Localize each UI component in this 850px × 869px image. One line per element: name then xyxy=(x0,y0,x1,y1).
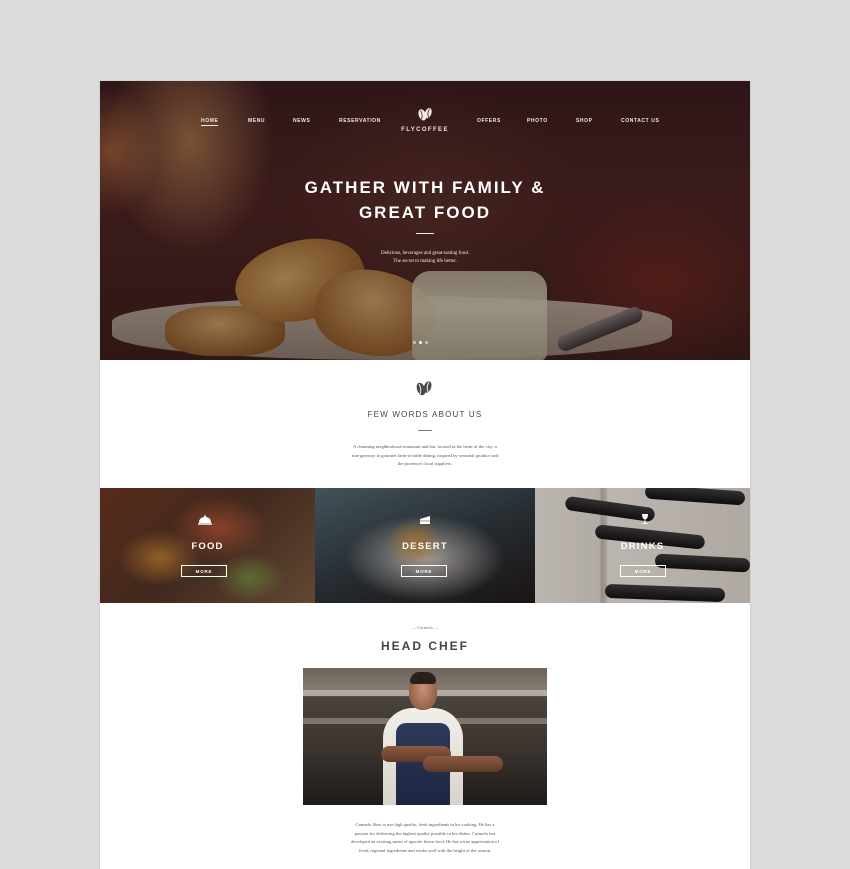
coffee-bean-icon[interactable] xyxy=(416,105,434,123)
nav-offers[interactable]: OFFERS xyxy=(477,118,501,124)
category-desert-card[interactable]: DESERT MORE xyxy=(315,488,535,603)
chef-bio-line: passion for delivering the highest quali… xyxy=(354,830,496,836)
cake-icon xyxy=(420,516,430,524)
slider-dot[interactable] xyxy=(413,341,416,344)
coffee-bean-icon xyxy=(416,381,432,396)
nav-photo[interactable]: PHOTO xyxy=(527,118,548,124)
hero-subtitle-line: The secret to making life better. xyxy=(393,259,457,264)
hero-section: HOME MENU NEWS RESERVATION FLYCOFFEE OFF… xyxy=(100,81,750,360)
about-text-line: the province's local suppliers. xyxy=(397,461,453,466)
category-label: DESERT xyxy=(402,541,448,552)
desert-more-button[interactable]: MORE xyxy=(401,565,447,577)
cloche-icon xyxy=(198,515,212,525)
wine-glass-icon xyxy=(642,514,648,524)
chef-kicker: — Carmelo — xyxy=(411,625,439,630)
chef-bio-line: fresh, regional ingredients and works we… xyxy=(358,847,492,853)
category-drinks-card[interactable]: DRINKS MORE xyxy=(535,488,750,603)
drinks-more-button[interactable]: MORE xyxy=(620,565,666,577)
chef-photo xyxy=(303,668,547,805)
about-divider xyxy=(418,430,432,431)
chef-bio: Carmelo likes to use high quality, fresh… xyxy=(338,821,512,855)
nav-home[interactable]: HOME xyxy=(201,118,219,126)
slider-dots xyxy=(413,341,437,345)
about-text-line: A charming neighborhood restaurant and b… xyxy=(353,444,497,449)
category-food-card[interactable]: FOOD MORE xyxy=(100,488,315,603)
category-label: FOOD xyxy=(191,541,224,552)
chef-bio-line: Carmelo likes to use high quality, fresh… xyxy=(355,822,495,827)
hero-subtitle: Delicious, beverages and great-tasting f… xyxy=(325,250,525,266)
hero-subtitle-line: Delicious, beverages and great-tasting f… xyxy=(380,251,470,256)
about-text-line: true gateway to gourmet farm-to-table di… xyxy=(351,452,499,458)
hero-title-line: GATHER WITH FAMILY & xyxy=(304,178,546,197)
nav-news[interactable]: NEWS xyxy=(293,118,310,124)
slider-dot-active[interactable] xyxy=(419,341,422,344)
website-page: HOME MENU NEWS RESERVATION FLYCOFFEE OFF… xyxy=(100,81,750,869)
hero-divider xyxy=(416,233,434,234)
chef-bio-line: developed an exciting menu of upscale bi… xyxy=(351,839,499,844)
brand-logo-text[interactable]: FLYCOFFEE xyxy=(387,127,463,133)
nav-shop[interactable]: SHOP xyxy=(576,118,593,124)
nav-menu[interactable]: MENU xyxy=(248,118,265,124)
category-label: DRINKS xyxy=(620,541,665,552)
nav-contact-us[interactable]: CONTACT US xyxy=(621,118,659,124)
slider-dot[interactable] xyxy=(425,341,428,344)
food-more-button[interactable]: MORE xyxy=(181,565,227,577)
hero-title-line: GREAT FOOD xyxy=(358,203,492,222)
nav-reservation[interactable]: RESERVATION xyxy=(339,118,381,124)
about-text: A charming neighborhood restaurant and b… xyxy=(338,443,512,469)
about-title: FEW WORDS ABOUT US xyxy=(367,410,483,419)
chef-title: HEAD CHEF xyxy=(380,639,469,653)
hero-title: GATHER WITH FAMILY & GREAT FOOD xyxy=(250,175,600,225)
